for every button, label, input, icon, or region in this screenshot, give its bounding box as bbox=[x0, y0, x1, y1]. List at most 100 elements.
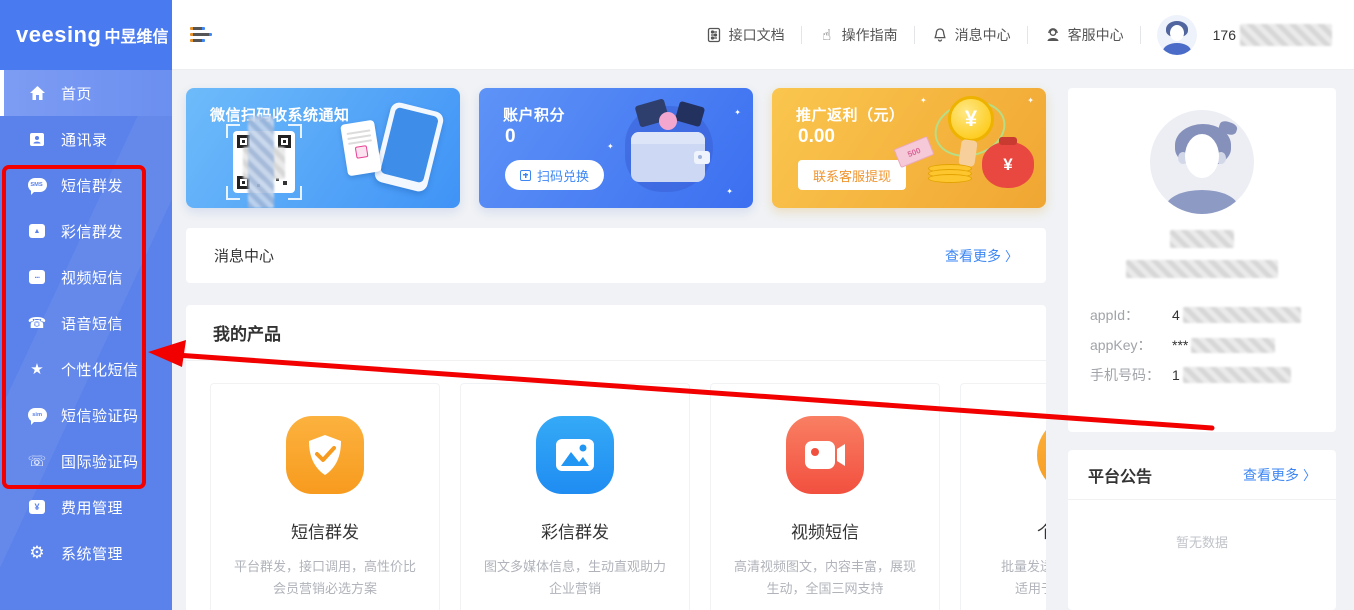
nav-api-docs[interactable]: 接口文档 bbox=[705, 25, 785, 45]
sim-bubble-icon: sim bbox=[26, 405, 48, 425]
rebate-banner: 推广返利（元） 0.00 联系客服提现 ¥ 500 ¥ ✦✦ bbox=[772, 88, 1046, 208]
hand-pointer-icon: ☝ bbox=[818, 26, 836, 44]
customer-service-icon bbox=[1044, 26, 1062, 44]
profile-avatar[interactable] bbox=[1150, 110, 1254, 214]
qr-code bbox=[226, 124, 302, 200]
brand-logo-text: veesing bbox=[16, 22, 101, 48]
avatar-face bbox=[1170, 25, 1184, 41]
wechat-qr-banner[interactable]: 微信扫码收系统通知 bbox=[186, 88, 460, 208]
avatar-body bbox=[1163, 43, 1191, 55]
mobile-label: 手机号码： bbox=[1090, 365, 1172, 385]
home-icon bbox=[26, 83, 48, 103]
dashboard-page: veesing 中昱维信 首页 通讯录 SMS 短信群发 ▲ bbox=[0, 0, 1354, 610]
profile-card: appId： 4 appKey： *** 手机号码： 1 bbox=[1068, 88, 1336, 432]
message-center-title: 消息中心 bbox=[214, 245, 274, 266]
announcement-more-link[interactable]: 查看更多 〉 bbox=[1243, 465, 1316, 485]
rebate-value: 0.00 bbox=[798, 126, 835, 148]
sidebar-item-billing[interactable]: ¥ 费用管理 bbox=[0, 484, 172, 530]
sidebar-item-voice-sms[interactable]: ☎ 语音短信 bbox=[0, 300, 172, 346]
sidebar-item-label: 彩信群发 bbox=[61, 221, 123, 242]
nav-label: 操作指南 bbox=[842, 25, 898, 45]
wallet-illustration: ✦✦✦ bbox=[603, 96, 743, 200]
voice-phone-icon: ☎ bbox=[26, 313, 48, 333]
product-title: 彩信群发 bbox=[461, 518, 689, 543]
user-phone-number: 176 bbox=[1213, 24, 1332, 46]
product-card-video-sms[interactable]: 视频短信 高清视频图文，内容丰富，展现生动，全国三网支持 已用条数：0 bbox=[710, 383, 940, 610]
nav-label: 客服中心 bbox=[1068, 25, 1124, 45]
sidebar-item-personalized-sms[interactable]: ★ 个性化短信 bbox=[0, 346, 172, 392]
points-value: 0 bbox=[505, 126, 516, 148]
appkey-row: appKey： *** bbox=[1068, 330, 1336, 360]
sidebar-item-system[interactable]: ⚙ 系统管理 bbox=[0, 530, 172, 576]
menu-toggle-icon[interactable] bbox=[190, 24, 214, 45]
redacted-account-line bbox=[1126, 260, 1278, 278]
money-note: 500 bbox=[894, 136, 935, 168]
sidebar-item-label: 视频短信 bbox=[61, 267, 123, 288]
scan-redeem-button[interactable]: 扫码兑换 bbox=[505, 160, 604, 190]
divider bbox=[914, 26, 915, 44]
profile-details: appId： 4 appKey： *** 手机号码： 1 bbox=[1068, 300, 1336, 390]
picture-icon bbox=[536, 416, 614, 494]
sidebar-nav: 首页 通讯录 SMS 短信群发 ▲ 彩信群发 ··· 视频短信 ☎ bbox=[0, 70, 172, 576]
sidebar-item-label: 首页 bbox=[61, 83, 92, 104]
sidebar-item-label: 个性化短信 bbox=[61, 359, 139, 380]
brand-logo-cn: 中昱维信 bbox=[104, 23, 168, 47]
nav-customer-service[interactable]: 客服中心 bbox=[1044, 25, 1124, 45]
announcement-title: 平台公告 bbox=[1088, 463, 1152, 487]
product-description: 高清视频图文，内容丰富，展现生动，全国三网支持 bbox=[711, 556, 939, 600]
announcement-empty-text: 暂无数据 bbox=[1068, 532, 1336, 551]
sidebar-item-video-sms[interactable]: ··· 视频短信 bbox=[0, 254, 172, 300]
redacted-appkey bbox=[1191, 338, 1275, 353]
sidebar-item-label: 系统管理 bbox=[61, 543, 123, 564]
sms-bubble-icon: SMS bbox=[26, 175, 48, 195]
sidebar-item-sms-code[interactable]: sim 短信验证码 bbox=[0, 392, 172, 438]
points-banner: 账户积分 0 扫码兑换 ✦✦✦ bbox=[479, 88, 753, 208]
brand-logo[interactable]: veesing 中昱维信 bbox=[0, 0, 172, 70]
sidebar-item-label: 语音短信 bbox=[61, 313, 123, 334]
my-products-heading: 我的产品 bbox=[186, 305, 1046, 361]
divider bbox=[1027, 26, 1028, 44]
nav-guide[interactable]: ☝ 操作指南 bbox=[818, 25, 898, 45]
gear-icon: ⚙ bbox=[26, 543, 48, 563]
avatar-body bbox=[1166, 190, 1238, 214]
sidebar-item-home[interactable]: 首页 bbox=[0, 70, 172, 116]
intl-phone-icon: ☏ bbox=[26, 451, 48, 471]
sidebar-item-mms-bulk[interactable]: ▲ 彩信群发 bbox=[0, 208, 172, 254]
sidebar-item-label: 国际验证码 bbox=[61, 451, 139, 472]
video-sms-icon: ··· bbox=[26, 267, 48, 287]
product-card-partial[interactable]: 个 批量发送一 适用于工 已用 bbox=[960, 383, 1046, 610]
coin-yuan-symbol: ¥ bbox=[948, 96, 994, 142]
sidebar-item-intl-code[interactable]: ☏ 国际验证码 bbox=[0, 438, 172, 484]
product-title: 短信群发 bbox=[211, 518, 439, 543]
product-description: 批量发送一 适用于工 bbox=[961, 556, 1046, 600]
banner-row: 微信扫码收系统通知 账户积分 0 扫码兑换 bbox=[186, 88, 1046, 208]
money-bag: ¥ bbox=[982, 142, 1034, 188]
top-header: 接口文档 ☝ 操作指南 消息中心 客服中心 bbox=[172, 0, 1354, 70]
sidebar: veesing 中昱维信 首页 通讯录 SMS 短信群发 ▲ bbox=[0, 0, 172, 610]
product-description: 图文多媒体信息，生动直观助力企业营销 bbox=[461, 556, 689, 600]
platform-announcement-card: 平台公告 查看更多 〉 暂无数据 bbox=[1068, 450, 1336, 610]
shield-check-icon bbox=[286, 416, 364, 494]
sidebar-item-contacts[interactable]: 通讯录 bbox=[0, 116, 172, 162]
header-actions: 接口文档 ☝ 操作指南 消息中心 客服中心 bbox=[705, 15, 1332, 55]
nav-message-center[interactable]: 消息中心 bbox=[931, 25, 1011, 45]
sidebar-item-sms-bulk[interactable]: SMS 短信群发 bbox=[0, 162, 172, 208]
product-card-mms[interactable]: 彩信群发 图文多媒体信息，生动直观助力企业营销 已用条数：0 bbox=[460, 383, 690, 610]
product-card-sms[interactable]: 短信群发 平台群发，接口调用，高性价比会员营销必选方案 已用条数：0 bbox=[210, 383, 440, 610]
money-illustration: ¥ 500 ¥ ✦✦ bbox=[890, 94, 1040, 202]
personalized-badge-icon: ★ bbox=[26, 359, 48, 379]
sidebar-item-label: 费用管理 bbox=[61, 497, 123, 518]
redacted-phone bbox=[1240, 24, 1332, 46]
mobile-row: 手机号码： 1 bbox=[1068, 360, 1336, 390]
qr-mini-icon bbox=[520, 170, 531, 181]
redacted-username bbox=[1170, 230, 1234, 248]
redacted-appid bbox=[1183, 307, 1301, 323]
mms-picture-icon: ▲ bbox=[26, 221, 48, 241]
divider bbox=[1140, 26, 1141, 44]
sidebar-item-label: 短信群发 bbox=[61, 175, 123, 196]
user-avatar[interactable] bbox=[1157, 15, 1197, 55]
nav-label: 接口文档 bbox=[729, 25, 785, 45]
message-center-more-link[interactable]: 查看更多 〉 bbox=[945, 246, 1018, 266]
sidebar-item-label: 短信验证码 bbox=[61, 405, 139, 426]
divider bbox=[801, 26, 802, 44]
